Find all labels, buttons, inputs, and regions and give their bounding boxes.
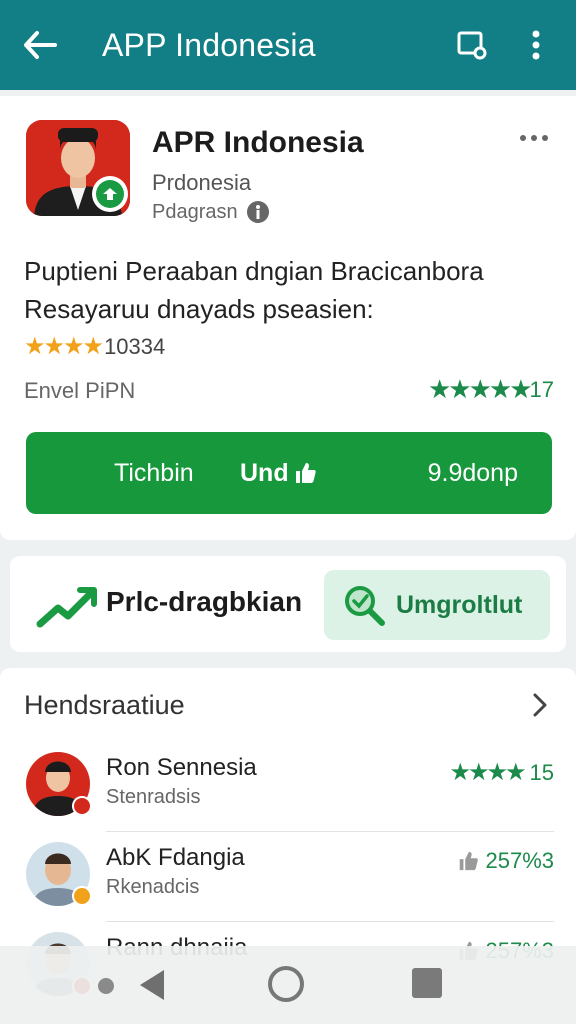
list-item-rating-value: 257%3 bbox=[485, 848, 554, 873]
list-item-rating: 257%3 bbox=[457, 848, 554, 874]
list-item-sub: Rkenadcis bbox=[106, 876, 200, 898]
cast-screen-icon[interactable] bbox=[450, 23, 494, 67]
list-item-rating: ★★★★ 15 bbox=[449, 758, 554, 787]
app-category-label: Pdagrasn bbox=[152, 200, 238, 223]
system-nav-bar bbox=[0, 946, 576, 1024]
back-arrow-icon[interactable] bbox=[18, 23, 62, 67]
action-card: Prlc-dragbkian Umgroltlut bbox=[10, 556, 566, 652]
rating-summary: ★★★★ 10334 bbox=[24, 332, 165, 361]
action-label: Prlc-dragbkian bbox=[106, 586, 303, 617]
nav-back-icon[interactable] bbox=[138, 968, 166, 1002]
description-line-2: Resayaruu dnayads pseasien: bbox=[24, 294, 374, 324]
meta-right-rating: ★★★★★ 17 bbox=[428, 374, 554, 405]
trending-up-icon bbox=[36, 587, 97, 628]
list-item-sub: Stenradsis bbox=[106, 786, 201, 808]
search-icon bbox=[345, 586, 385, 626]
star-rating-icon: ★★★★ bbox=[24, 333, 104, 360]
more-options-icon[interactable] bbox=[514, 126, 554, 150]
green-star-icon: ★★★★ bbox=[449, 759, 526, 786]
list-item-name: Ron Sennesia bbox=[106, 754, 257, 781]
rating-count: 10334 bbox=[104, 333, 166, 359]
badge-icon bbox=[72, 796, 92, 816]
install-size-label: 9.9donp bbox=[427, 458, 518, 487]
nav-home-icon[interactable] bbox=[268, 966, 304, 1002]
search-action-button[interactable]: Umgroltlut bbox=[324, 570, 550, 640]
more-vert-icon[interactable] bbox=[514, 23, 558, 67]
app-developer[interactable]: Prdonesia bbox=[152, 170, 251, 196]
description-line-1: Puptieni Peraaban dngian Bracicanbora bbox=[24, 256, 484, 286]
meta-right-value: 17 bbox=[529, 376, 554, 402]
search-action-label: Umgroltlut bbox=[396, 590, 523, 619]
thumbs-up-icon bbox=[460, 851, 479, 871]
list-item-name: AbK Fdangia bbox=[106, 844, 245, 871]
app-icon[interactable] bbox=[26, 120, 130, 216]
meta-left-label: Envel PiPN bbox=[24, 378, 136, 403]
list-item[interactable]: AbK Fdangia Rkenadcis 257%3 bbox=[0, 832, 576, 922]
app-bar-title: APP Indonesia bbox=[102, 26, 316, 63]
list-header: Hendsraatiue bbox=[24, 690, 185, 720]
chevron-right-icon[interactable] bbox=[524, 690, 554, 720]
install-center: Und bbox=[240, 459, 317, 488]
install-center-label: Und bbox=[240, 458, 289, 487]
list-item[interactable]: Ron Sennesia Stenradsis ★★★★ 15 bbox=[0, 742, 576, 832]
app-bar: APP Indonesia bbox=[0, 0, 576, 90]
list-item-rating-value: 15 bbox=[529, 759, 554, 785]
nav-recents-icon[interactable] bbox=[412, 968, 442, 998]
app-category: Pdagrasn bbox=[152, 200, 270, 224]
app-detail-card: APR Indonesia Prdonesia Pdagrasn Puptien… bbox=[0, 96, 576, 540]
green-star-icon: ★★★★★ bbox=[427, 374, 533, 404]
info-icon[interactable] bbox=[246, 200, 270, 224]
badge-icon bbox=[72, 886, 92, 906]
install-left-label: Tichbin bbox=[114, 458, 194, 487]
app-description: Puptieni Peraaban dngian Bracicanbora Re… bbox=[24, 252, 554, 328]
nav-dot-icon bbox=[98, 978, 114, 994]
app-name: APR Indonesia bbox=[152, 126, 364, 159]
install-button[interactable]: Tichbin Und 9.9donp bbox=[26, 432, 552, 514]
thumbs-up-icon bbox=[295, 463, 316, 483]
